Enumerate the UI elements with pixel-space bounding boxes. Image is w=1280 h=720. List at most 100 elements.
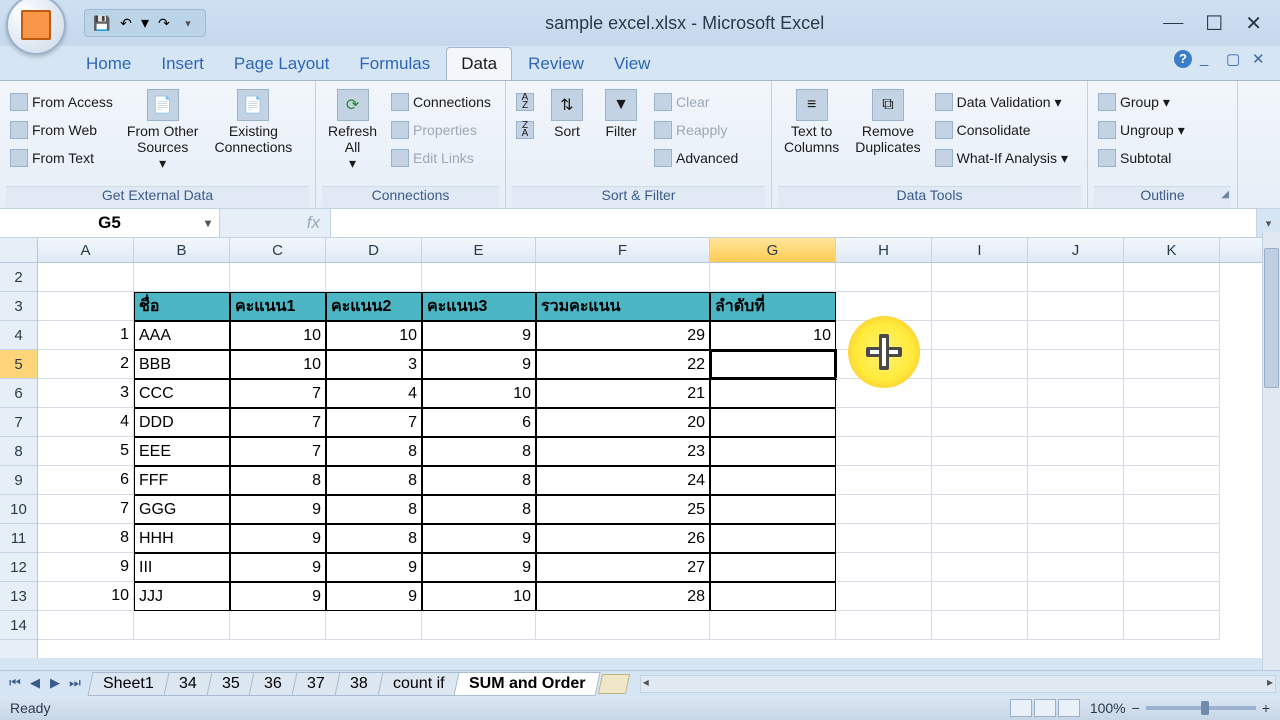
col-header-H[interactable]: H: [836, 238, 932, 262]
consolidate-button[interactable]: Consolidate: [931, 117, 1072, 143]
row-header-10[interactable]: 10: [0, 495, 37, 524]
refresh-all-button[interactable]: ⟳Refresh All▾: [322, 85, 383, 176]
cell[interactable]: 10: [422, 379, 536, 408]
workbook-close-icon[interactable]: ✕: [1252, 50, 1270, 68]
cell[interactable]: 2: [38, 350, 134, 379]
cell[interactable]: 10: [38, 582, 134, 611]
sheet-nav-next-icon[interactable]: ▶: [46, 675, 64, 693]
tab-formulas[interactable]: Formulas: [345, 48, 444, 80]
undo-icon[interactable]: ↶: [117, 14, 135, 32]
row-header-3[interactable]: 3: [0, 292, 37, 321]
text-to-columns-button[interactable]: ≡Text to Columns: [778, 85, 845, 159]
data-validation-button[interactable]: Data Validation ▾: [931, 89, 1072, 115]
sheet-tab[interactable]: SUM and Order: [454, 672, 602, 696]
cell[interactable]: 5: [38, 437, 134, 466]
help-icon[interactable]: ?: [1174, 50, 1192, 68]
tab-page-layout[interactable]: Page Layout: [220, 48, 343, 80]
cell[interactable]: 20: [536, 408, 710, 437]
row-header-9[interactable]: 9: [0, 466, 37, 495]
formula-bar[interactable]: [330, 209, 1256, 237]
row-header-14[interactable]: 14: [0, 611, 37, 640]
cell[interactable]: 26: [536, 524, 710, 553]
col-header-A[interactable]: A: [38, 238, 134, 262]
ribbon-minimize-icon[interactable]: _: [1200, 50, 1218, 68]
row-header-5[interactable]: 5: [0, 350, 37, 379]
cell[interactable]: [710, 379, 836, 408]
sheet-nav-prev-icon[interactable]: ◀: [26, 675, 44, 693]
col-header-B[interactable]: B: [134, 238, 230, 262]
cell[interactable]: AAA: [134, 321, 230, 350]
cell[interactable]: 8: [422, 495, 536, 524]
maximize-icon[interactable]: ☐: [1205, 11, 1223, 36]
cell[interactable]: [710, 553, 836, 582]
cell[interactable]: [710, 466, 836, 495]
col-header-J[interactable]: J: [1028, 238, 1124, 262]
cell[interactable]: 9: [422, 524, 536, 553]
cell[interactable]: 7: [230, 379, 326, 408]
col-header-F[interactable]: F: [536, 238, 710, 262]
tab-data[interactable]: Data: [446, 47, 512, 80]
existing-connections-button[interactable]: 📄Existing Connections: [208, 85, 298, 159]
fx-icon[interactable]: fx: [307, 213, 320, 233]
cell[interactable]: JJJ: [134, 582, 230, 611]
tab-insert[interactable]: Insert: [147, 48, 218, 80]
row-header-6[interactable]: 6: [0, 379, 37, 408]
cell[interactable]: [710, 582, 836, 611]
cell[interactable]: 3: [326, 350, 422, 379]
connections-button[interactable]: Connections: [387, 89, 495, 115]
save-icon[interactable]: 💾: [93, 14, 111, 32]
cell[interactable]: 10: [422, 582, 536, 611]
sort-za-button[interactable]: ZA: [512, 117, 538, 143]
cell[interactable]: 9: [422, 553, 536, 582]
col-header-I[interactable]: I: [932, 238, 1028, 262]
select-all-button[interactable]: [0, 238, 37, 263]
cell[interactable]: [710, 495, 836, 524]
cell[interactable]: 9: [326, 553, 422, 582]
sheet-nav-first-icon[interactable]: ⏮: [6, 675, 24, 693]
cell[interactable]: 9: [230, 495, 326, 524]
cell[interactable]: FFF: [134, 466, 230, 495]
row-header-11[interactable]: 11: [0, 524, 37, 553]
cell[interactable]: 10: [326, 321, 422, 350]
cell[interactable]: [710, 408, 836, 437]
view-page-break-icon[interactable]: [1058, 699, 1080, 717]
sheet-tab[interactable]: 35: [206, 672, 255, 696]
sort-az-button[interactable]: AZ: [512, 89, 538, 115]
col-header-C[interactable]: C: [230, 238, 326, 262]
close-icon[interactable]: ✕: [1245, 11, 1262, 36]
new-sheet-button[interactable]: [598, 674, 630, 694]
cell[interactable]: [710, 437, 836, 466]
from-other-sources-button[interactable]: 📄From Other Sources▾: [121, 85, 205, 176]
view-page-layout-icon[interactable]: [1034, 699, 1056, 717]
cell[interactable]: 8: [326, 524, 422, 553]
cell[interactable]: 8: [230, 466, 326, 495]
cell[interactable]: 22: [536, 350, 710, 379]
cell[interactable]: EEE: [134, 437, 230, 466]
cell[interactable]: 9: [38, 553, 134, 582]
sheet-tab[interactable]: 38: [334, 672, 383, 696]
horizontal-scrollbar[interactable]: [640, 675, 1276, 693]
cell[interactable]: 10: [230, 321, 326, 350]
what-if-button[interactable]: What-If Analysis ▾: [931, 145, 1072, 171]
qat-customize-icon[interactable]: ▾: [179, 14, 197, 32]
zoom-out-icon[interactable]: −: [1132, 700, 1140, 716]
cell[interactable]: 29: [536, 321, 710, 350]
cell[interactable]: 6: [38, 466, 134, 495]
row-header-13[interactable]: 13: [0, 582, 37, 611]
zoom-in-icon[interactable]: +: [1262, 700, 1270, 716]
sheet-tab[interactable]: 36: [249, 672, 298, 696]
advanced-button[interactable]: Advanced: [650, 145, 742, 171]
cell[interactable]: 9: [230, 524, 326, 553]
cell[interactable]: DDD: [134, 408, 230, 437]
cell[interactable]: 4: [38, 408, 134, 437]
col-header-D[interactable]: D: [326, 238, 422, 262]
filter-button[interactable]: ▼Filter: [596, 85, 646, 143]
view-normal-icon[interactable]: [1010, 699, 1032, 717]
cell[interactable]: 8: [326, 495, 422, 524]
from-text-button[interactable]: From Text: [6, 145, 117, 171]
col-header-E[interactable]: E: [422, 238, 536, 262]
sheet-tab[interactable]: count if: [377, 672, 460, 696]
minimize-icon[interactable]: —: [1163, 11, 1183, 36]
cell[interactable]: 10: [230, 350, 326, 379]
subtotal-button[interactable]: Subtotal: [1094, 145, 1189, 171]
